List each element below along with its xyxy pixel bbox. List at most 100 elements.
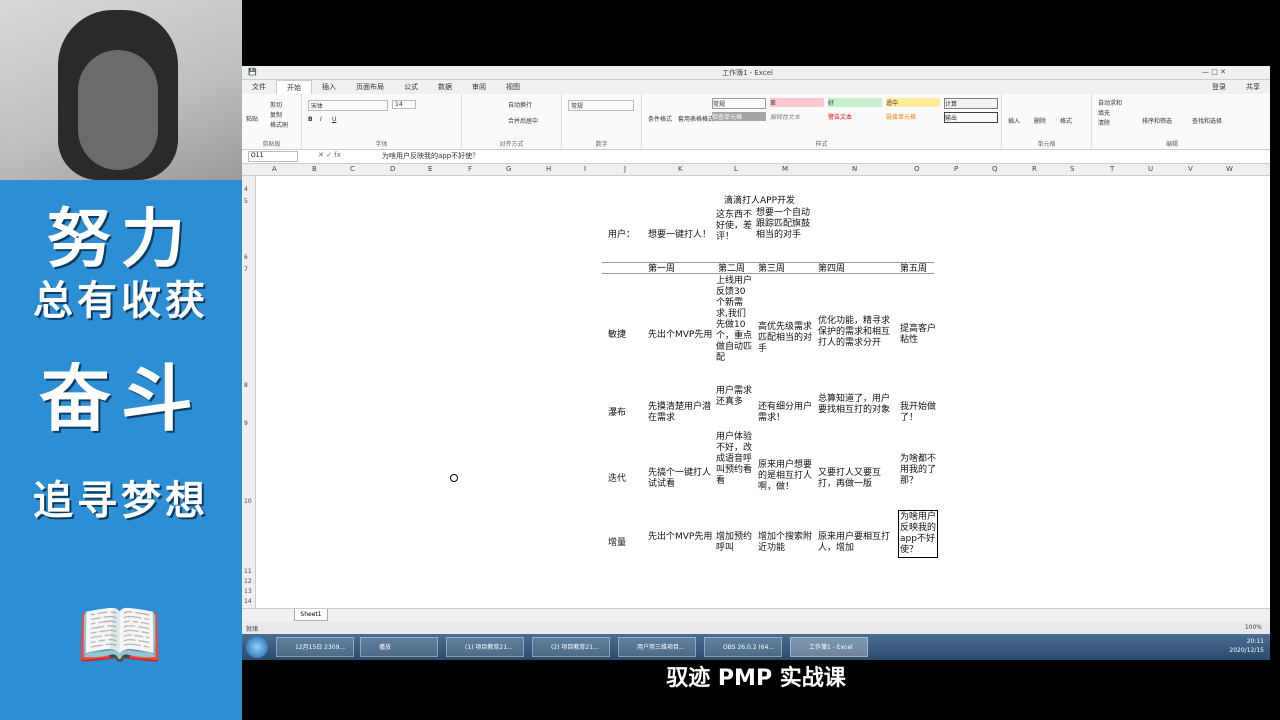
row-header[interactable]: 8: [244, 382, 248, 389]
col-header[interactable]: B: [312, 165, 317, 173]
underline-button[interactable]: U: [332, 116, 336, 123]
method-cell: 用户需求还真多: [716, 386, 753, 407]
col-header[interactable]: R: [1032, 165, 1037, 173]
col-header[interactable]: U: [1148, 165, 1153, 173]
selected-cell[interactable]: 为啥用户反映我的app不好使？: [898, 510, 938, 558]
col-header[interactable]: H: [546, 165, 551, 173]
save-icon[interactable]: 💾: [248, 68, 257, 76]
login-link[interactable]: 登录: [1202, 80, 1236, 94]
insert-cells-button[interactable]: 插入: [1008, 116, 1020, 125]
col-header[interactable]: Q: [992, 165, 998, 173]
conditional-format-button[interactable]: 条件格式: [648, 114, 672, 123]
paste-button[interactable]: 粘贴: [246, 114, 258, 123]
style-linked-cell[interactable]: 链接单元格: [886, 112, 940, 121]
col-header[interactable]: A: [272, 165, 277, 173]
row-header[interactable]: 9: [244, 420, 248, 427]
start-button[interactable]: [246, 636, 268, 658]
col-header[interactable]: G: [506, 165, 511, 173]
bold-button[interactable]: B: [308, 116, 313, 123]
taskbar-item[interactable]: (1) 项目教育21...: [446, 637, 524, 657]
col-header[interactable]: C: [350, 165, 355, 173]
styles-label: 样式: [815, 141, 828, 148]
taskbar-item[interactable]: 播放: [360, 637, 438, 657]
clear-button[interactable]: 清除: [1098, 118, 1110, 127]
tab-view[interactable]: 视图: [496, 80, 530, 94]
style-bad[interactable]: 差: [770, 98, 824, 107]
formula-input[interactable]: 为啥用户反映我的app不好使？: [382, 151, 479, 161]
col-header[interactable]: K: [678, 165, 683, 173]
style-output[interactable]: 输出: [944, 112, 998, 123]
row-header[interactable]: 6: [244, 254, 248, 261]
copy-button[interactable]: 复制: [270, 110, 282, 119]
sheet-tab-sheet1[interactable]: Sheet1: [294, 609, 328, 621]
style-normal[interactable]: 常规: [712, 98, 766, 109]
tab-file[interactable]: 文件: [242, 80, 276, 94]
col-header[interactable]: M: [782, 165, 788, 173]
taskbar-item[interactable]: 用户努三维项目...: [618, 637, 696, 657]
row-header[interactable]: 11: [244, 568, 252, 575]
name-box[interactable]: O11: [248, 151, 298, 162]
fill-button[interactable]: 填充: [1098, 108, 1110, 117]
find-select-button[interactable]: 查找和选择: [1192, 116, 1222, 125]
row-header[interactable]: 7: [244, 266, 248, 273]
col-header[interactable]: P: [954, 165, 958, 173]
col-header[interactable]: I: [584, 165, 586, 173]
tab-review[interactable]: 审阅: [462, 80, 496, 94]
col-header[interactable]: V: [1188, 165, 1193, 173]
tab-insert[interactable]: 插入: [312, 80, 346, 94]
font-size-select[interactable]: 14: [392, 100, 416, 109]
row-header[interactable]: 13: [244, 588, 252, 595]
style-check-cell[interactable]: 检查单元格: [712, 112, 766, 121]
sort-filter-button[interactable]: 排序和筛选: [1142, 116, 1172, 125]
taskbar-item-excel[interactable]: 工作簿1 - Excel: [790, 637, 868, 657]
style-neutral[interactable]: 适中: [886, 98, 940, 107]
method-cell: 先出个MVP先用: [648, 532, 713, 542]
col-header[interactable]: D: [390, 165, 395, 173]
user-want-1: 想要一键打人！: [648, 230, 712, 240]
italic-button[interactable]: I: [320, 116, 322, 123]
format-painter-button[interactable]: 格式刷: [270, 120, 288, 129]
row-header[interactable]: 5: [244, 198, 248, 205]
col-header[interactable]: N: [852, 165, 857, 173]
tab-data[interactable]: 数据: [428, 80, 462, 94]
fx-icon[interactable]: ✕ ✓ fx: [318, 151, 341, 159]
format-cells-button[interactable]: 格式: [1060, 116, 1072, 125]
col-header[interactable]: O: [914, 165, 920, 173]
autosum-button[interactable]: 自动求和: [1098, 98, 1122, 107]
style-calculation[interactable]: 计算: [944, 98, 998, 109]
slogan-dream: 追寻梦想: [33, 477, 209, 524]
tab-formulas[interactable]: 公式: [394, 80, 428, 94]
style-good[interactable]: 好: [828, 98, 882, 107]
col-header[interactable]: J: [624, 165, 626, 173]
merge-center-button[interactable]: 合并后居中: [508, 116, 538, 125]
col-header[interactable]: S: [1070, 165, 1074, 173]
presenter-face: [78, 50, 158, 170]
sheet-grid[interactable]: 4 5 6 7 8 9 10 11 12 13 14 滴滴打人APP开发 用户：…: [242, 176, 1270, 608]
taskbar-item[interactable]: (2) 项目教育21...: [532, 637, 610, 657]
window-controls[interactable]: — □ ✕: [1202, 68, 1226, 76]
font-name-select[interactable]: 宋体: [308, 100, 388, 111]
col-header[interactable]: T: [1110, 165, 1114, 173]
taskbar-item[interactable]: OBS 26.0.2 (64...: [704, 637, 782, 657]
taskbar-item[interactable]: 12月15日 2309...: [276, 637, 354, 657]
row-header[interactable]: 4: [244, 186, 248, 193]
style-warning[interactable]: 警告文本: [828, 112, 882, 121]
row-header[interactable]: 12: [244, 578, 252, 585]
zoom-level[interactable]: 100%: [1245, 624, 1262, 631]
row-header[interactable]: 14: [244, 598, 252, 605]
col-header[interactable]: L: [734, 165, 738, 173]
wrap-text-button[interactable]: 自动换行: [508, 100, 532, 109]
col-header[interactable]: E: [428, 165, 432, 173]
format-as-table-button[interactable]: 套用表格格式: [678, 114, 714, 123]
tab-home[interactable]: 开始: [276, 80, 312, 94]
col-header[interactable]: W: [1226, 165, 1233, 173]
cut-button[interactable]: 剪切: [270, 100, 282, 109]
col-header[interactable]: F: [468, 165, 472, 173]
style-explanatory[interactable]: 解释性文本: [770, 112, 824, 121]
share-button[interactable]: 共享: [1236, 80, 1270, 94]
number-format-select[interactable]: 常规: [568, 100, 634, 111]
delete-cells-button[interactable]: 删除: [1034, 116, 1046, 125]
tab-page-layout[interactable]: 页面布局: [346, 80, 394, 94]
row-header[interactable]: 10: [244, 498, 252, 505]
row-headers: 4 5 6 7 8 9 10 11 12 13 14: [242, 176, 256, 608]
